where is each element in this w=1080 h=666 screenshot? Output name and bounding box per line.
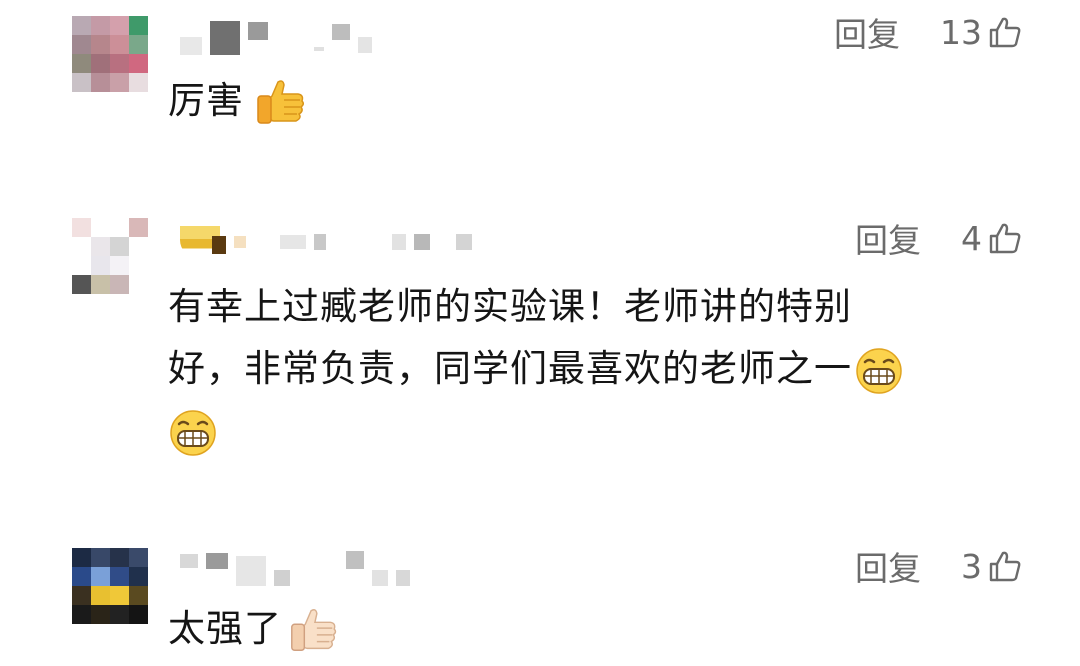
- comment-actions: 回复 4: [855, 216, 1022, 260]
- reply-button[interactable]: 回复: [855, 214, 921, 262]
- username-redacted[interactable]: [180, 18, 372, 58]
- grinning-face-emoji-icon: [856, 347, 902, 394]
- thumbs-up-light-emoji-icon: [291, 608, 337, 651]
- reply-button[interactable]: 回复: [855, 542, 921, 590]
- comment-actions: 回复 13: [834, 10, 1022, 54]
- thumbs-up-emoji-icon: [257, 79, 305, 124]
- like-count: 4: [961, 218, 982, 258]
- comment-text-content: 厉害: [168, 79, 244, 122]
- reply-button[interactable]: 回复: [834, 8, 900, 56]
- comment-text: 太强了: [168, 602, 1008, 658]
- comment-text-line-wrap: [168, 400, 1008, 462]
- comment-actions: 回复 3: [855, 544, 1022, 588]
- like-count: 3: [961, 546, 982, 586]
- comment-item: 回复 13 厉害: [0, 0, 1080, 170]
- comment-item: 回复 4 有幸上过臧老师的实验课！老师讲的特别 好，非常负责，同学们最喜欢的老师…: [0, 200, 1080, 460]
- comment-text: 厉害: [168, 74, 1008, 130]
- comment-text: 有幸上过臧老师的实验课！老师讲的特别 好，非常负责，同学们最喜欢的老师之一: [168, 276, 1008, 462]
- avatar[interactable]: [72, 218, 148, 294]
- username-redacted[interactable]: [180, 222, 472, 262]
- like-thumb-icon[interactable]: [988, 15, 1022, 49]
- grinning-face-emoji-icon: [170, 409, 216, 456]
- like-count: 13: [940, 12, 982, 52]
- comment-text-line: 有幸上过臧老师的实验课！老师讲的特别: [168, 285, 852, 328]
- comment-item: 回复 3 太强了: [0, 530, 1080, 666]
- comment-text-line: 好，非常负责，同学们最喜欢的老师之一: [168, 347, 852, 390]
- avatar[interactable]: [72, 16, 148, 92]
- like-thumb-icon[interactable]: [988, 549, 1022, 583]
- username-redacted[interactable]: [180, 546, 410, 586]
- comment-text-line-wrap: 好，非常负责，同学们最喜欢的老师之一: [168, 338, 1008, 400]
- comment-text-content: 太强了: [168, 607, 282, 650]
- like-thumb-icon[interactable]: [988, 221, 1022, 255]
- avatar[interactable]: [72, 548, 148, 624]
